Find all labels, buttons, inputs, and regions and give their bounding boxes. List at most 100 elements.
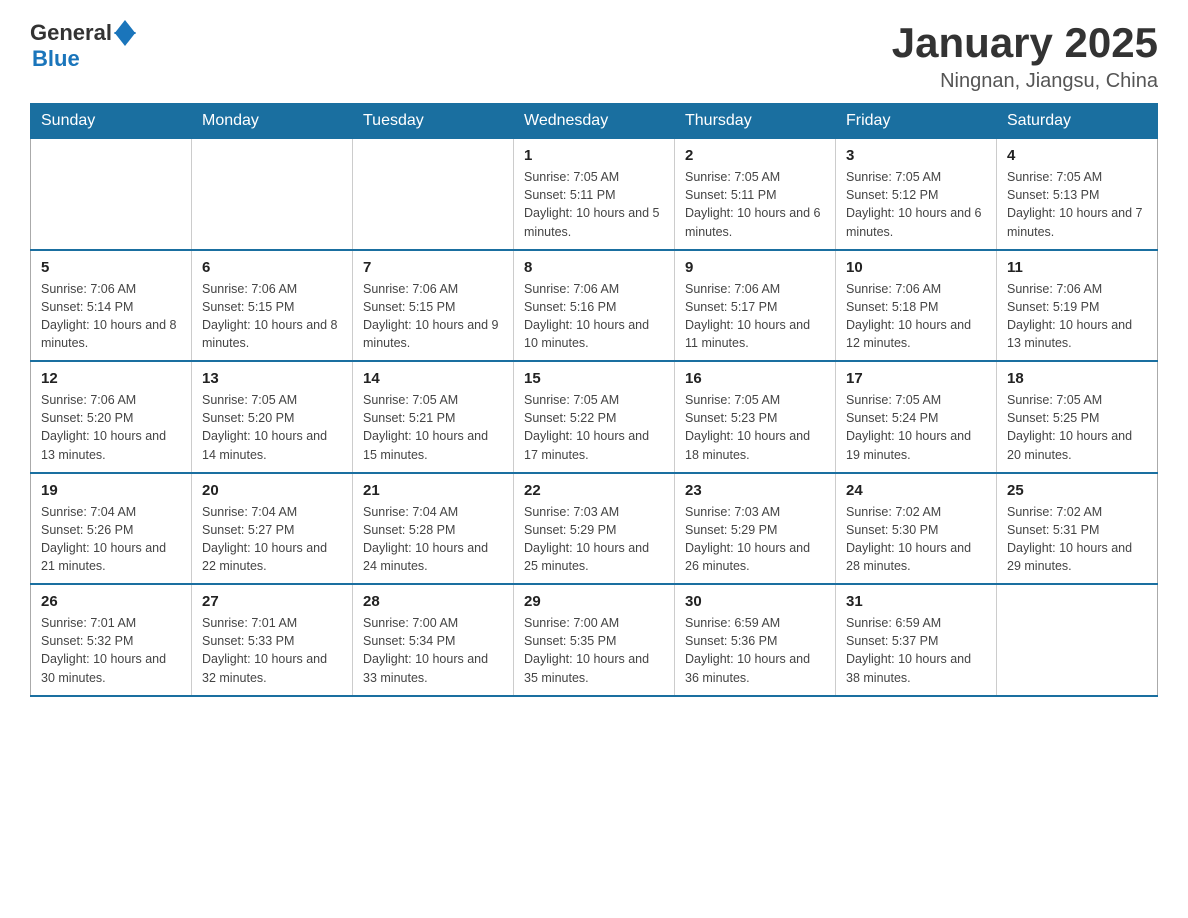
day-info: Sunrise: 7:06 AM Sunset: 5:15 PM Dayligh… (202, 280, 342, 353)
day-info: Sunrise: 7:05 AM Sunset: 5:22 PM Dayligh… (524, 391, 664, 464)
calendar-cell: 19Sunrise: 7:04 AM Sunset: 5:26 PM Dayli… (31, 473, 192, 585)
calendar-cell: 9Sunrise: 7:06 AM Sunset: 5:17 PM Daylig… (675, 250, 836, 362)
day-info: Sunrise: 7:06 AM Sunset: 5:19 PM Dayligh… (1007, 280, 1147, 353)
calendar-week-row: 5 Sunrise: 7:06 AM Sunset: 5:14 PM Daylig… (31, 250, 1158, 362)
calendar-cell: 20Sunrise: 7:04 AM Sunset: 5:27 PM Dayli… (192, 473, 353, 585)
logo-blue-text: Blue (32, 46, 80, 72)
calendar-cell: 6 Sunrise: 7:06 AM Sunset: 5:15 PM Daylig… (192, 250, 353, 362)
calendar-cell: 27 Sunrise: 7:01 AM Sunset: 5:33 PM Dayli… (192, 584, 353, 696)
day-info: Sunrise: 7:05 AM Sunset: 5:24 PM Dayligh… (846, 391, 986, 464)
day-number: 3 (846, 147, 986, 164)
logo-general-text: General (30, 20, 112, 46)
calendar-cell: 21 Sunrise: 7:04 AM Sunset: 5:28 PM Dayli… (353, 473, 514, 585)
day-info: Sunrise: 7:03 AM Sunset: 5:29 PM Dayligh… (685, 503, 825, 576)
day-info: Sunrise: 7:04 AM Sunset: 5:27 PM Dayligh… (202, 503, 342, 576)
day-info: Sunrise: 6:59 AM Sunset: 5:36 PM Dayligh… (685, 614, 825, 687)
day-number: 18 (1007, 370, 1147, 387)
calendar-cell: 11 Sunrise: 7:06 AM Sunset: 5:19 PM Dayli… (997, 250, 1158, 362)
day-info: Sunrise: 7:01 AM Sunset: 5:33 PM Dayligh… (202, 614, 342, 687)
day-info: Sunrise: 7:05 AM Sunset: 5:23 PM Dayligh… (685, 391, 825, 464)
calendar-cell: 26 Sunrise: 7:01 AM Sunset: 5:32 PM Dayli… (31, 584, 192, 696)
calendar-cell (192, 139, 353, 250)
day-number: 17 (846, 370, 986, 387)
calendar-cell: 16 Sunrise: 7:05 AM Sunset: 5:23 PM Dayli… (675, 361, 836, 473)
day-info: Sunrise: 7:00 AM Sunset: 5:34 PM Dayligh… (363, 614, 503, 687)
day-info: Sunrise: 7:02 AM Sunset: 5:31 PM Dayligh… (1007, 503, 1147, 576)
calendar-cell: 29Sunrise: 7:00 AM Sunset: 5:35 PM Dayli… (514, 584, 675, 696)
day-number: 4 (1007, 147, 1147, 164)
calendar-cell: 24 Sunrise: 7:02 AM Sunset: 5:30 PM Dayli… (836, 473, 997, 585)
calendar-header-row: SundayMondayTuesdayWednesdayThursdayFrid… (31, 104, 1158, 139)
calendar-cell: 2Sunrise: 7:05 AM Sunset: 5:11 PM Daylig… (675, 139, 836, 250)
calendar-cell: 14Sunrise: 7:05 AM Sunset: 5:21 PM Dayli… (353, 361, 514, 473)
calendar-cell: 5 Sunrise: 7:06 AM Sunset: 5:14 PM Daylig… (31, 250, 192, 362)
calendar-cell: 1 Sunrise: 7:05 AM Sunset: 5:11 PM Daylig… (514, 139, 675, 250)
day-number: 2 (685, 147, 825, 164)
day-number: 25 (1007, 482, 1147, 499)
calendar-subtitle: Ningnan, Jiangsu, China (892, 70, 1158, 93)
day-info: Sunrise: 7:06 AM Sunset: 5:18 PM Dayligh… (846, 280, 986, 353)
calendar-week-row: 26 Sunrise: 7:01 AM Sunset: 5:32 PM Dayli… (31, 584, 1158, 696)
calendar-cell: 13 Sunrise: 7:05 AM Sunset: 5:20 PM Dayli… (192, 361, 353, 473)
calendar-cell: 7Sunrise: 7:06 AM Sunset: 5:15 PM Daylig… (353, 250, 514, 362)
day-number: 31 (846, 593, 986, 610)
day-number: 26 (41, 593, 181, 610)
day-info: Sunrise: 7:02 AM Sunset: 5:30 PM Dayligh… (846, 503, 986, 576)
calendar-cell (997, 584, 1158, 696)
day-info: Sunrise: 7:01 AM Sunset: 5:32 PM Dayligh… (41, 614, 181, 687)
day-of-week-header: Sunday (31, 104, 192, 139)
calendar-cell: 17 Sunrise: 7:05 AM Sunset: 5:24 PM Dayli… (836, 361, 997, 473)
calendar-cell: 4 Sunrise: 7:05 AM Sunset: 5:13 PM Daylig… (997, 139, 1158, 250)
day-number: 5 (41, 259, 181, 276)
day-number: 6 (202, 259, 342, 276)
day-number: 28 (363, 593, 503, 610)
day-of-week-header: Tuesday (353, 104, 514, 139)
calendar-week-row: 1 Sunrise: 7:05 AM Sunset: 5:11 PM Daylig… (31, 139, 1158, 250)
calendar-cell: 31Sunrise: 6:59 AM Sunset: 5:37 PM Dayli… (836, 584, 997, 696)
day-number: 19 (41, 482, 181, 499)
day-number: 16 (685, 370, 825, 387)
calendar-cell: 28 Sunrise: 7:00 AM Sunset: 5:34 PM Dayli… (353, 584, 514, 696)
calendar-cell (353, 139, 514, 250)
calendar-cell: 15 Sunrise: 7:05 AM Sunset: 5:22 PM Dayli… (514, 361, 675, 473)
calendar-table: SundayMondayTuesdayWednesdayThursdayFrid… (30, 103, 1158, 697)
day-info: Sunrise: 7:05 AM Sunset: 5:25 PM Dayligh… (1007, 391, 1147, 464)
day-info: Sunrise: 7:05 AM Sunset: 5:13 PM Dayligh… (1007, 168, 1147, 241)
day-info: Sunrise: 7:06 AM Sunset: 5:14 PM Dayligh… (41, 280, 181, 353)
day-info: Sunrise: 7:05 AM Sunset: 5:12 PM Dayligh… (846, 168, 986, 241)
calendar-title: January 2025 (892, 20, 1158, 66)
calendar-cell: 23 Sunrise: 7:03 AM Sunset: 5:29 PM Dayli… (675, 473, 836, 585)
calendar-cell: 25 Sunrise: 7:02 AM Sunset: 5:31 PM Dayli… (997, 473, 1158, 585)
day-info: Sunrise: 7:05 AM Sunset: 5:20 PM Dayligh… (202, 391, 342, 464)
calendar-week-row: 12Sunrise: 7:06 AM Sunset: 5:20 PM Dayli… (31, 361, 1158, 473)
day-info: Sunrise: 7:06 AM Sunset: 5:15 PM Dayligh… (363, 280, 503, 353)
day-info: Sunrise: 7:00 AM Sunset: 5:35 PM Dayligh… (524, 614, 664, 687)
day-info: Sunrise: 7:05 AM Sunset: 5:21 PM Dayligh… (363, 391, 503, 464)
day-info: Sunrise: 7:05 AM Sunset: 5:11 PM Dayligh… (524, 168, 664, 241)
day-number: 13 (202, 370, 342, 387)
calendar-cell: 18 Sunrise: 7:05 AM Sunset: 5:25 PM Dayli… (997, 361, 1158, 473)
day-of-week-header: Thursday (675, 104, 836, 139)
day-number: 23 (685, 482, 825, 499)
logo: General Blue (30, 20, 136, 72)
page-header: General Blue January 2025 Ningnan, Jiang… (30, 20, 1158, 93)
day-of-week-header: Saturday (997, 104, 1158, 139)
day-number: 10 (846, 259, 986, 276)
calendar-cell: 30 Sunrise: 6:59 AM Sunset: 5:36 PM Dayli… (675, 584, 836, 696)
day-number: 27 (202, 593, 342, 610)
day-number: 30 (685, 593, 825, 610)
day-info: Sunrise: 7:06 AM Sunset: 5:16 PM Dayligh… (524, 280, 664, 353)
day-number: 8 (524, 259, 664, 276)
day-number: 15 (524, 370, 664, 387)
day-number: 24 (846, 482, 986, 499)
day-number: 11 (1007, 259, 1147, 276)
calendar-cell: 3 Sunrise: 7:05 AM Sunset: 5:12 PM Daylig… (836, 139, 997, 250)
day-number: 21 (363, 482, 503, 499)
calendar-cell: 10 Sunrise: 7:06 AM Sunset: 5:18 PM Dayli… (836, 250, 997, 362)
day-info: Sunrise: 7:03 AM Sunset: 5:29 PM Dayligh… (524, 503, 664, 576)
day-number: 12 (41, 370, 181, 387)
day-number: 22 (524, 482, 664, 499)
day-info: Sunrise: 7:04 AM Sunset: 5:28 PM Dayligh… (363, 503, 503, 576)
calendar-week-row: 19Sunrise: 7:04 AM Sunset: 5:26 PM Dayli… (31, 473, 1158, 585)
day-number: 1 (524, 147, 664, 164)
